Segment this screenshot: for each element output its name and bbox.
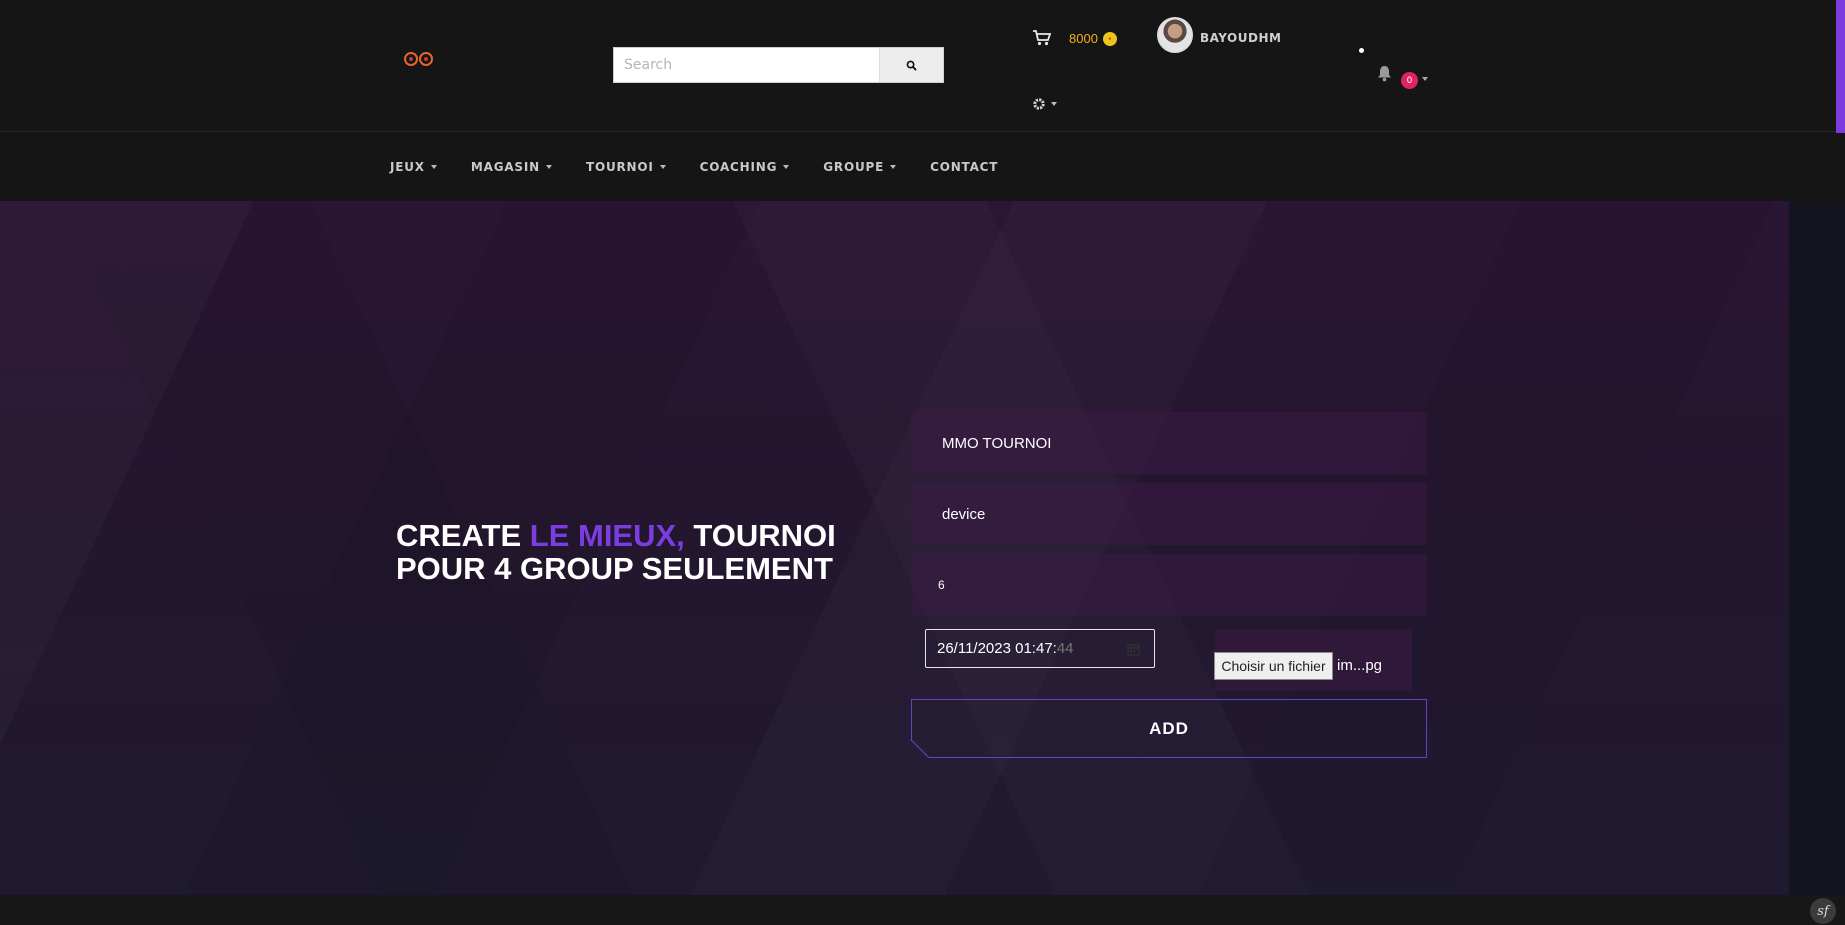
footer-bar (0, 895, 1845, 925)
gear-icon (1033, 98, 1045, 110)
datetime-value: 26/11/2023 01:47: (937, 640, 1057, 657)
logo-mark-right (419, 52, 433, 66)
coin-balance: 8000 ● (1069, 31, 1117, 46)
search-icon (906, 60, 917, 71)
nav-item-label: MAGASIN (470, 160, 540, 174)
nav-item-jeux[interactable]: JEUX (390, 160, 437, 174)
search-bar (613, 47, 944, 83)
status-dot (1359, 48, 1364, 53)
cart-icon[interactable] (1032, 29, 1052, 47)
file-name: im...pg (1337, 657, 1383, 674)
headline-line2: POUR 4 GROUP SEULEMENT (396, 551, 833, 586)
nav-item-label: JEUX (390, 160, 425, 174)
nav-item-label: COACHING (699, 160, 778, 174)
choose-file-button[interactable]: Choisir un fichier (1214, 652, 1333, 680)
chevron-down-icon (659, 165, 666, 169)
search-input[interactable] (614, 48, 879, 82)
nav-item-label: GROUPE (823, 160, 885, 174)
symfony-toolbar-icon[interactable]: sf (1810, 898, 1836, 924)
chevron-down-icon[interactable] (1422, 77, 1428, 81)
chevron-down-icon (783, 165, 790, 169)
headline-part1: CREATE (396, 518, 530, 553)
username[interactable]: BAYOUDHM (1200, 31, 1281, 45)
page-title: CREATE LE MIEUX, TOURNOI POUR 4 GROUP SE… (396, 519, 836, 585)
coin-icon: ● (1102, 31, 1117, 46)
datetime-seconds: 44 (1056, 640, 1074, 657)
nav-item-tournoi[interactable]: TOURNOI (586, 160, 666, 174)
chevron-down-icon (430, 165, 437, 169)
count-field[interactable]: 6 (911, 554, 1427, 616)
coin-amount: 8000 (1069, 31, 1098, 46)
logo-mark-left (404, 52, 418, 66)
nav-item-label: TOURNOI (585, 160, 654, 174)
avatar[interactable] (1157, 17, 1193, 53)
tournament-name-field[interactable]: MMO TOURNOI (911, 412, 1427, 474)
nav-item-contact[interactable]: CONTACT (930, 160, 998, 174)
nav-item-label: CONTACT (930, 160, 999, 174)
nav-item-coaching[interactable]: COACHING (700, 160, 790, 174)
notification-badge: 0 (1401, 72, 1418, 89)
nav-item-magasin[interactable]: MAGASIN (471, 160, 552, 174)
chevron-down-icon (890, 165, 897, 169)
hero-side-strip (1789, 201, 1845, 895)
calendar-icon[interactable] (1127, 643, 1140, 656)
site-logo[interactable] (404, 52, 433, 66)
bell-icon[interactable] (1376, 64, 1393, 82)
main-nav: JEUX MAGASIN TOURNOI COACHING GROUPE CON… (0, 133, 1845, 201)
nav-item-groupe[interactable]: GROUPE (823, 160, 897, 174)
headline-part2: TOURNOI (684, 518, 836, 553)
chevron-down-icon (545, 165, 552, 169)
device-field[interactable]: device (911, 483, 1427, 545)
headline-accent: LE MIEUX, (529, 518, 685, 553)
hero-background (0, 201, 1789, 895)
datetime-field[interactable]: 26/11/2023 01:47: 44 (925, 629, 1155, 668)
add-button[interactable]: ADD (911, 699, 1427, 758)
search-button[interactable] (879, 48, 943, 82)
chevron-down-icon (1051, 102, 1057, 106)
settings-dropdown[interactable] (1032, 97, 1057, 111)
